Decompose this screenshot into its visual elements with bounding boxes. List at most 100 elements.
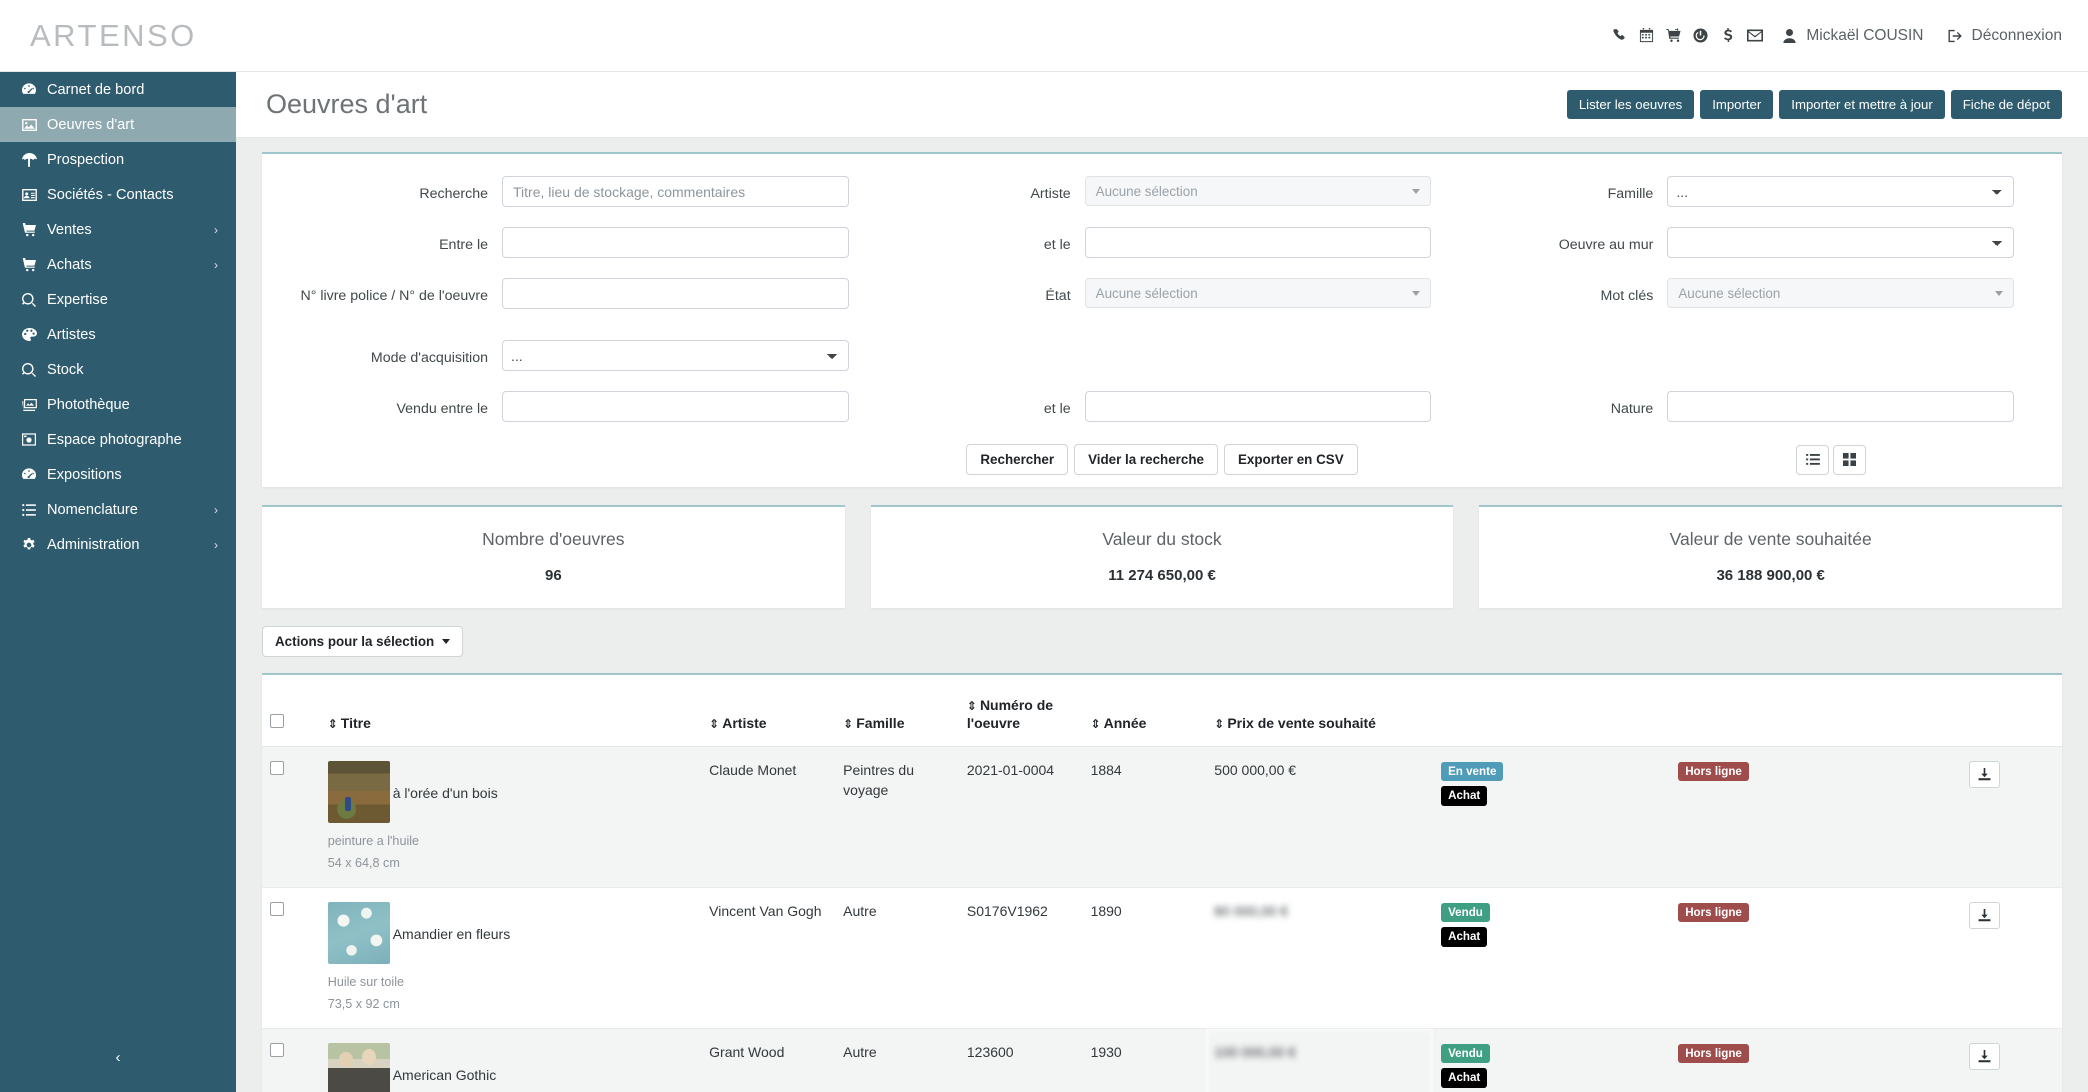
sidebar-item-administration[interactable]: Administration › [0,527,236,562]
nature-label: Nature [1610,401,1654,417]
app-logo[interactable]: ARTENSO [30,18,197,54]
field-mode-acquisition: Mode d'acquisition ... [288,340,871,391]
sidebar-item-label: Espace photographe [47,431,182,448]
sidebar-nav: Carnet de bord Oeuvres d'art Prospection So… [0,72,236,562]
column-prix[interactable]: ⇕ Prix de vente souhaité [1206,675,1434,747]
importer-et-mettre-a-jour-button[interactable]: Importer et mettre à jour [1779,90,1945,119]
lister-les-oeuvres-button[interactable]: Lister les oeuvres [1566,90,1695,119]
column-artiste[interactable]: ⇕ Artiste [701,675,836,747]
dollar-icon[interactable] [1714,24,1741,48]
column-annee[interactable]: ⇕ Année [1082,675,1207,747]
list-icon [22,503,47,516]
field-spacer-2 [1453,340,2036,391]
column-titre[interactable]: ⇕ Titre [319,675,702,747]
row-title-cell: American Gothic [319,1028,702,1092]
artiste-multiselect[interactable]: Aucune sélection [1084,176,1432,206]
vendu-entre-le-input[interactable] [502,391,849,422]
select-all-checkbox[interactable] [270,713,284,728]
type-badge: Achat [1441,786,1488,806]
calendar-icon[interactable] [1633,24,1660,48]
row-checkbox[interactable] [270,902,284,917]
sidebar-item-nomenclature[interactable]: Nomenclature › [0,492,236,527]
row-title[interactable]: à l'orée d'un bois [390,761,498,804]
download-icon[interactable] [1969,902,2001,930]
sidebar-item-artistes[interactable]: Artistes [0,317,236,352]
sidebar-item-expertise[interactable]: Expertise [0,282,236,317]
mot-cles-multiselect[interactable]: Aucune sélection [1667,278,2014,308]
sort-icon: ⇕ [843,716,854,731]
search-form-column-2: Artiste Aucune sélection et le État Aucu… [871,176,1454,442]
livre-police-input[interactable] [502,278,849,309]
et-le-input[interactable] [1084,227,1432,258]
stat-card-valeur-de-vente-souhait-e: Valeur de vente souhaitée 36 188 900,00 € [1479,505,2063,608]
online-status-badge: Hors ligne [1678,1044,1749,1064]
artwork-thumbnail[interactable] [327,902,390,965]
search-input[interactable] [502,176,849,207]
column-famille-label: Famille [856,714,905,731]
table-row[interactable]: à l'orée d'un bois peinture a l'huile 54 x… [262,746,2062,889]
sort-icon: ⇕ [966,699,977,713]
artwork-thumbnail[interactable] [327,1043,390,1092]
sidebar-item-phototh-que[interactable]: Photothèque [0,387,236,422]
column-famille[interactable]: ⇕ Famille [835,675,959,747]
sidebar-item-achats[interactable]: Achats › [0,247,236,282]
sidebar-item-expositions[interactable]: Expositions [0,457,236,492]
table-row[interactable]: Amandier en fleurs Huile sur toile 73,5 x … [262,887,2062,1030]
rechercher-button[interactable]: Rechercher [966,444,1069,475]
column-numero-label: Numéro de l'oeuvre [966,697,1054,731]
famille-select[interactable]: ... [1667,176,2014,207]
download-icon[interactable] [1969,1043,2001,1071]
sidebar-item-ventes[interactable]: Ventes › [0,212,236,247]
field-recherche: Recherche [288,176,871,227]
sidebar-item-oeuvres-d-art[interactable]: Oeuvres d'art [0,107,236,142]
importer-button[interactable]: Importer [1700,90,1774,119]
envelope-icon[interactable] [1741,24,1768,48]
artwork-thumbnail[interactable] [327,761,390,823]
row-select-cell [262,887,320,1030]
fiche-de-depot-button[interactable]: Fiche de dépot [1950,90,2062,119]
logout-icon [1946,24,1965,48]
oeuvre-au-mur-select[interactable] [1667,227,2014,258]
sidebar-item-prospection[interactable]: Prospection [0,142,236,177]
field-et-le-2: et le [871,391,1454,442]
column-numero[interactable]: ⇕ Numéro de l'oeuvre [958,675,1083,747]
table-row[interactable]: American Gothic Grant Wood Autre 123600 1930… [262,1028,2062,1092]
mode-acquisition-select[interactable]: ... [502,340,849,371]
logout-button[interactable]: Déconnexion [1946,24,2062,48]
bulk-actions-label: Actions pour la sélection [275,634,435,649]
sidebar-item-carnet-de-bord[interactable]: Carnet de bord [0,72,236,107]
mode-acquisition-label: Mode d'acquisition [370,350,488,366]
et-le-label: et le [1043,237,1071,253]
entre-le-input[interactable] [502,227,849,258]
user-menu[interactable]: Mickaël COUSIN [1780,24,1924,48]
field-etat: État Aucune sélection [871,278,1454,340]
download-icon[interactable] [1969,761,2001,788]
list-view-icon[interactable] [1796,444,1829,475]
phone-icon[interactable] [1606,24,1633,48]
select-all-header [262,675,320,747]
row-numero: 123600 [958,1028,1083,1092]
row-download-cell [1907,746,2062,889]
row-title[interactable]: Amandier en fleurs [390,902,511,945]
row-online-cell: Hors ligne [1670,746,1908,889]
field-entre-le: Entre le [288,227,871,278]
et-le-2-input[interactable] [1084,391,1432,422]
row-checkbox[interactable] [270,1043,284,1058]
sidebar-item-stock[interactable]: Stock [0,352,236,387]
exporter-csv-button[interactable]: Exporter en CSV [1223,444,1358,475]
row-checkbox[interactable] [270,761,284,775]
bulk-actions-dropdown[interactable]: Actions pour la sélection [262,626,464,657]
sidebar-item-espace-photographe[interactable]: Espace photographe [0,422,236,457]
row-title[interactable]: American Gothic [390,1043,496,1086]
chevron-down-icon [1995,290,2003,296]
vider-la-recherche-button[interactable]: Vider la recherche [1074,444,1218,475]
row-famille: Autre [835,1028,959,1092]
etat-multiselect[interactable]: Aucune sélection [1084,278,1432,308]
sidebar-item-soci-t-s-contacts[interactable]: Sociétés - Contacts [0,177,236,212]
cart-arrow-icon[interactable] [1660,24,1687,48]
power-icon[interactable] [1687,24,1714,48]
nature-input[interactable] [1667,391,2014,422]
grid-view-icon[interactable] [1833,444,1866,475]
artiste-label: Artiste [1030,186,1071,202]
sidebar-collapse-button[interactable]: ‹ [0,1049,236,1066]
